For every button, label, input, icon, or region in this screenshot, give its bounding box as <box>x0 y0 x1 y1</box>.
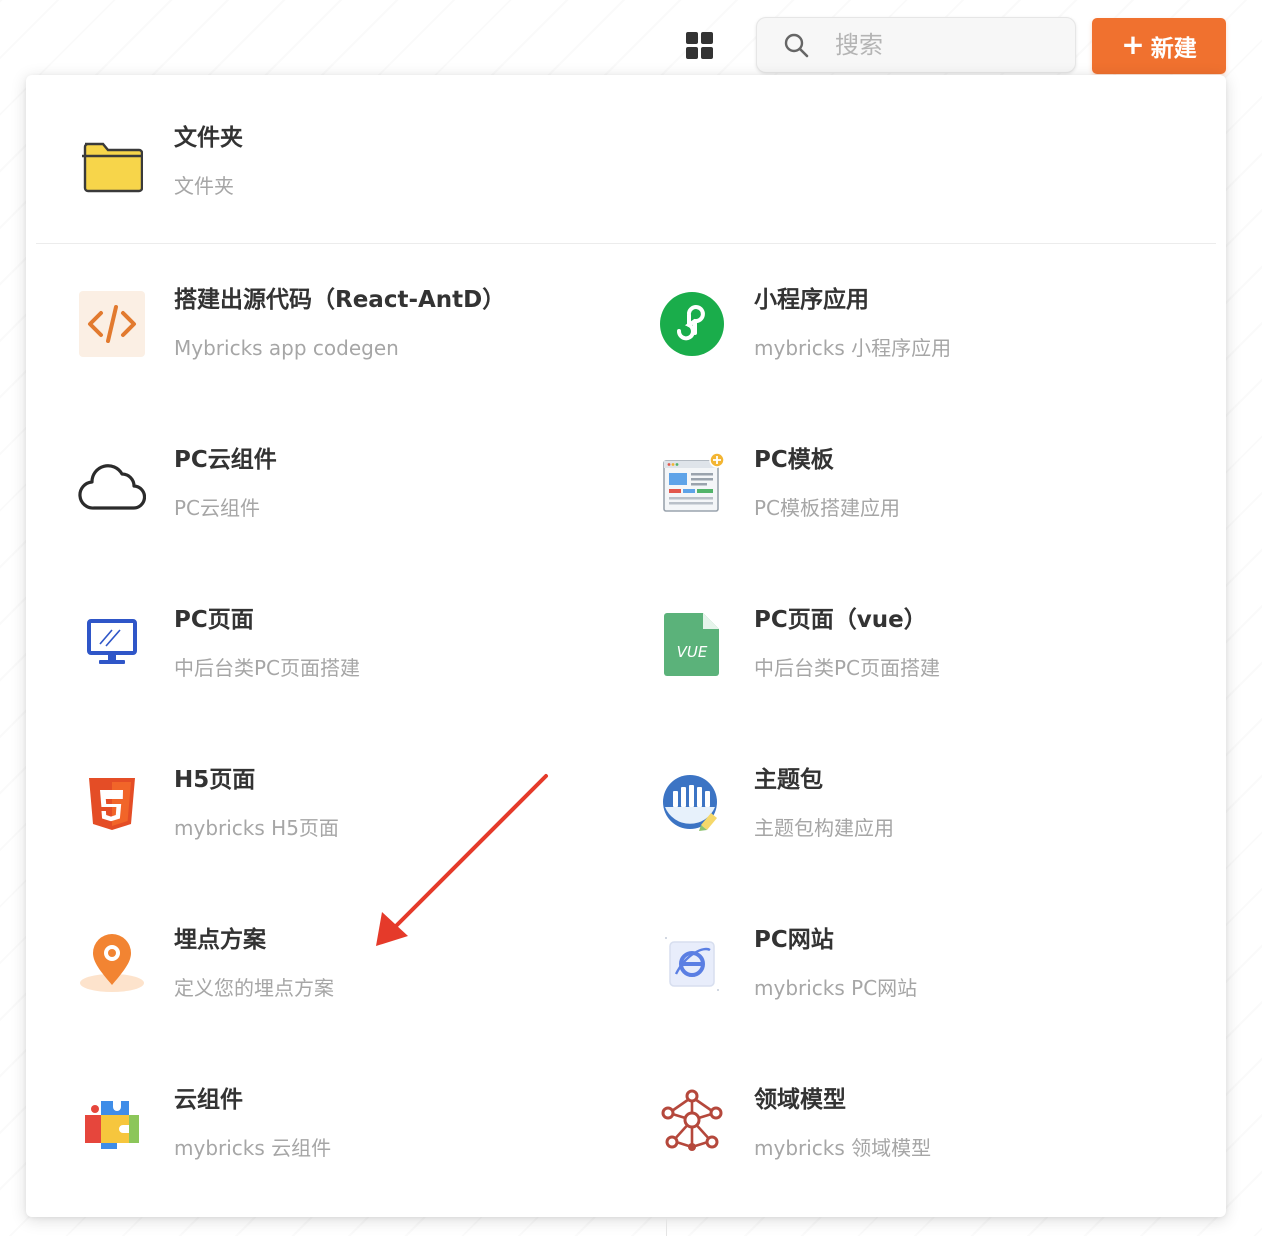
grid-view-icon <box>686 32 713 59</box>
menu-item-desc: mybricks H5页面 <box>174 816 339 840</box>
menu-item-title: PC网站 <box>754 927 834 953</box>
create-menu-panel: 文件夹 文件夹 搭建出源代码（React-AntD） Mybricks app … <box>26 75 1226 1217</box>
website-icon <box>658 930 726 998</box>
location-pin-icon <box>78 928 146 996</box>
menu-item-desc: 中后台类PC页面搭建 <box>174 656 361 680</box>
menu-item-theme-package[interactable]: 主题包 主题包构建应用 <box>606 762 1166 872</box>
new-button[interactable]: + 新建 <box>1092 18 1226 74</box>
menu-item-title: PC页面（vue） <box>754 607 927 633</box>
search-icon <box>784 33 809 58</box>
menu-item-pc-cloud-component[interactable]: PC云组件 PC云组件 <box>26 442 586 552</box>
menu-item-pc-page-vue[interactable]: VUE PC页面（vue） 中后台类PC页面搭建 <box>606 602 1166 712</box>
folder-icon <box>78 132 146 200</box>
menu-item-h5-page[interactable]: H5页面 mybricks H5页面 <box>26 762 586 872</box>
menu-item-desc: 主题包构建应用 <box>754 816 894 840</box>
new-button-label: 新建 <box>1150 36 1197 62</box>
svg-text:VUE: VUE <box>677 643 708 661</box>
menu-item-title: PC云组件 <box>174 447 277 473</box>
menu-item-tracking-plan[interactable]: 埋点方案 定义您的埋点方案 <box>26 922 586 1032</box>
menu-item-codegen[interactable]: 搭建出源代码（React-AntD） Mybricks app codegen <box>26 282 586 392</box>
search-box[interactable] <box>756 17 1076 73</box>
menu-item-title: 云组件 <box>174 1087 243 1113</box>
grid-view-button[interactable] <box>684 30 716 62</box>
vue-file-icon: VUE <box>658 610 726 678</box>
menu-item-title: H5页面 <box>174 767 256 793</box>
theme-package-icon <box>658 770 726 838</box>
menu-item-title: PC页面 <box>174 607 254 633</box>
mini-program-icon <box>658 290 726 358</box>
menu-item-desc: mybricks 领域模型 <box>754 1136 932 1160</box>
divider <box>666 1218 667 1236</box>
menu-item-title: 领域模型 <box>754 1087 846 1113</box>
menu-item-mini-program[interactable]: 小程序应用 mybricks 小程序应用 <box>606 282 1166 392</box>
html5-icon <box>78 770 146 838</box>
search-input[interactable] <box>833 30 1073 60</box>
menu-item-desc: 文件夹 <box>174 174 234 198</box>
menu-item-folder[interactable]: 文件夹 文件夹 <box>26 120 586 230</box>
menu-item-desc: 中后台类PC页面搭建 <box>754 656 941 680</box>
menu-item-desc: mybricks PC网站 <box>754 976 918 1000</box>
menu-item-desc: Mybricks app codegen <box>174 336 399 360</box>
menu-item-desc: mybricks 云组件 <box>174 1136 332 1160</box>
puzzle-icon <box>78 1090 146 1158</box>
menu-item-domain-model[interactable]: 领域模型 mybricks 领域模型 <box>606 1082 1166 1192</box>
menu-item-title: 主题包 <box>754 767 823 793</box>
menu-item-pc-website[interactable]: PC网站 mybricks PC网站 <box>606 922 1166 1032</box>
monitor-icon <box>78 608 146 676</box>
domain-model-icon <box>658 1086 726 1154</box>
menu-item-title: PC模板 <box>754 447 834 473</box>
menu-item-title: 文件夹 <box>174 125 243 151</box>
menu-item-desc: PC模板搭建应用 <box>754 496 901 520</box>
menu-item-title: 小程序应用 <box>754 287 869 313</box>
cloud-icon <box>78 452 146 520</box>
page: + 新建 文件夹 文件夹 <box>0 0 1262 1236</box>
menu-item-pc-template[interactable]: PC模板 PC模板搭建应用 <box>606 442 1166 552</box>
menu-item-desc: 定义您的埋点方案 <box>174 976 334 1000</box>
template-icon <box>658 450 726 518</box>
menu-item-desc: mybricks 小程序应用 <box>754 336 952 360</box>
code-icon <box>78 290 146 358</box>
menu-item-title: 埋点方案 <box>174 927 266 953</box>
divider <box>36 243 1216 244</box>
top-toolbar: + 新建 <box>0 0 1262 80</box>
menu-item-pc-page[interactable]: PC页面 中后台类PC页面搭建 <box>26 602 586 712</box>
menu-item-desc: PC云组件 <box>174 496 261 520</box>
menu-item-title: 搭建出源代码（React-AntD） <box>174 287 506 313</box>
plus-icon: + <box>1121 28 1145 61</box>
menu-item-cloud-component[interactable]: 云组件 mybricks 云组件 <box>26 1082 586 1192</box>
